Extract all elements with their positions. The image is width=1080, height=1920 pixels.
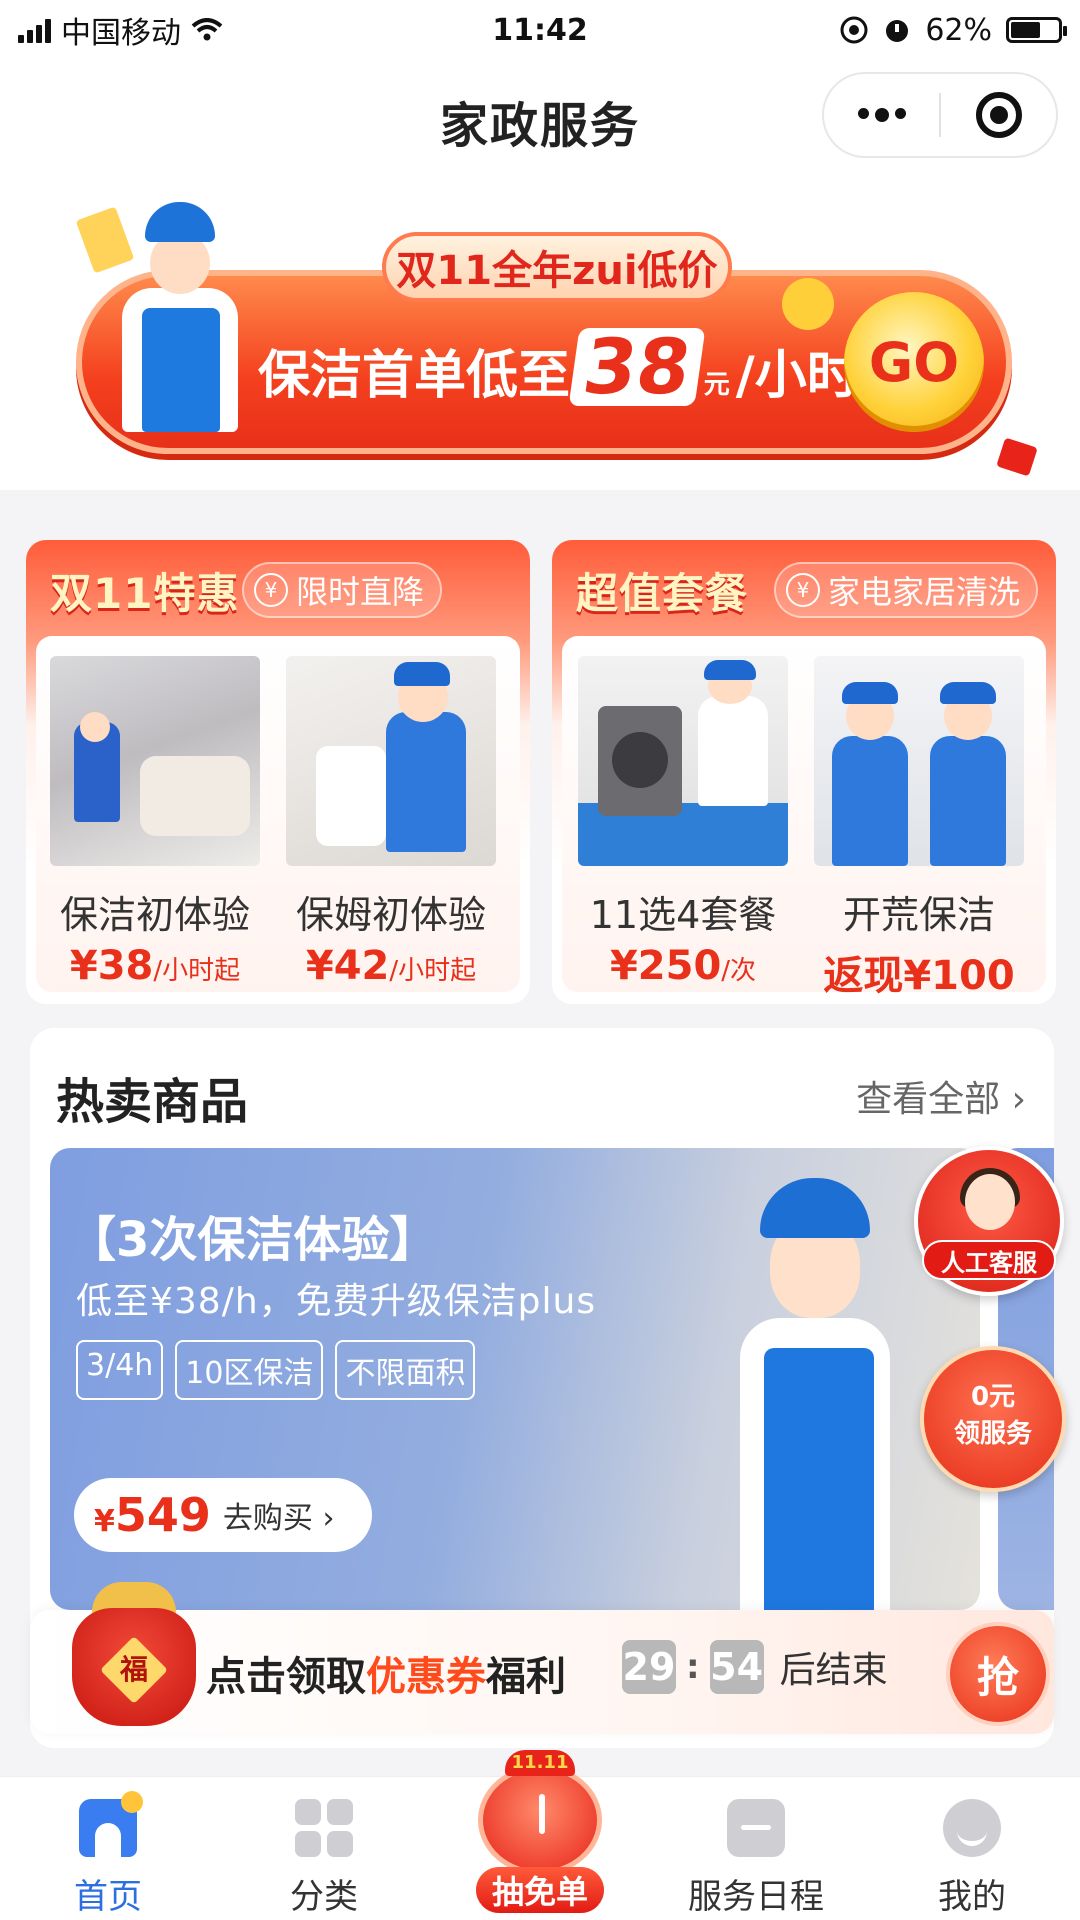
mini-program-capsule: [822, 72, 1058, 158]
tab-home[interactable]: 首页: [0, 1777, 216, 1920]
tab-label: 首页: [74, 1877, 142, 1917]
status-bar: 中国移动 11:42 62%: [0, 0, 1080, 60]
coupon-bar[interactable]: 福 点击领取优惠券福利 29 : 54 后结束 抢: [30, 1582, 1054, 1734]
product-card[interactable]: 【3次保洁体验】 低至¥38/h，免费升级保洁plus 3/4h 10区保洁 不…: [50, 1148, 980, 1610]
product-title: 【3次保洁体验】: [68, 1212, 438, 1268]
product-subtitle: 低至¥38/h，免费升级保洁plus: [76, 1281, 597, 1322]
free-service-button[interactable]: 0元 领服务: [920, 1346, 1066, 1492]
promo-badge-label: 家电家居清洗: [828, 573, 1021, 611]
tab-me[interactable]: 我的: [864, 1777, 1080, 1920]
coupon-text: 点击领取优惠券福利: [206, 1654, 566, 1700]
countdown-end-label: 后结束: [779, 1650, 888, 1691]
washer-cleaning-photo: [578, 656, 788, 866]
promo-items: 保洁初体验 ¥38/小时起 保姆初体验 ¥42/小时起: [36, 636, 520, 992]
hero-headline: 保洁首单低至 38 元 /小时: [258, 322, 859, 411]
hero-tag: 双11全年zui低价: [382, 232, 732, 302]
customer-service-button[interactable]: 人工客服: [914, 1146, 1064, 1296]
cleaner-photo: [740, 1168, 920, 1610]
countdown-colon: :: [686, 1647, 700, 1687]
hero-headline-suffix: /小时: [735, 346, 859, 406]
promo-item[interactable]: 开荒保洁 返现¥100: [814, 656, 1024, 1001]
battery-percent: 62%: [925, 12, 992, 48]
nav-bar: 家政服务: [0, 60, 1080, 172]
signal-icon: [18, 17, 51, 43]
alarm-icon: [886, 20, 909, 42]
lottery-badge: 11.11: [505, 1750, 575, 1776]
free-line2: 领服务: [953, 1419, 1032, 1449]
promo-badge: ¥ 限时直降: [242, 562, 443, 618]
promo-card-value-package[interactable]: 超值套餐 ¥ 家电家居清洗 11选4套餐 ¥250/次 开荒保洁 返现¥100: [552, 540, 1056, 1004]
yen-coin-icon: ¥: [254, 573, 288, 607]
promo-item-name: 开荒保洁: [842, 893, 995, 937]
gold-coin-icon: [782, 278, 834, 330]
view-all-link[interactable]: 查看全部 ›: [856, 1070, 1026, 1122]
cleaner-illustration: [110, 202, 260, 432]
tab-bar: 首页 分类 11.11 抽免单 服务日程 我的: [0, 1750, 1080, 1920]
promo-title: 超值套餐: [576, 569, 749, 618]
promo-badge-label: 限时直降: [296, 573, 425, 611]
tab-label: 服务日程: [688, 1877, 824, 1917]
wifi-icon: [191, 18, 223, 41]
tab-schedule[interactable]: 服务日程: [648, 1777, 864, 1920]
hero-headline-number: 38: [568, 322, 706, 411]
free-line1: 0元: [970, 1382, 1016, 1412]
promo-item-price: 返现¥100: [823, 953, 1015, 999]
promo-item-name: 保姆初体验: [295, 893, 486, 937]
customer-service-label: 人工客服: [922, 1240, 1056, 1280]
promo-card-double11[interactable]: 双11特惠 ¥ 限时直降 保洁初体验 ¥38/小时起 保姆初体验 ¥42/小时起: [26, 540, 530, 1004]
category-icon: [295, 1799, 353, 1857]
tab-label: 抽免单: [476, 1867, 604, 1913]
product-price: ¥549: [94, 1488, 211, 1542]
promo-item-name: 11选4套餐: [589, 893, 777, 937]
target-icon: [975, 92, 1022, 138]
promo-item[interactable]: 保姆初体验 ¥42/小时起: [286, 656, 496, 989]
product-tag: 不限面积: [335, 1340, 476, 1400]
promo-title: 双11特惠: [50, 569, 240, 618]
nanny-photo: [286, 656, 496, 866]
home-icon: [79, 1791, 143, 1857]
countdown-seconds: 54: [709, 1640, 764, 1694]
go-button[interactable]: GO: [844, 292, 984, 432]
tab-lottery[interactable]: 11.11 抽免单: [432, 1750, 648, 1920]
red-packet-icon: [996, 437, 1038, 477]
buy-label: 去购买 ›: [222, 1501, 335, 1536]
promo-item-price: ¥250/次: [609, 943, 757, 989]
lucky-bag-icon: 福: [72, 1582, 196, 1726]
deep-cleaning-photo: [814, 656, 1024, 866]
more-dots-icon[interactable]: [824, 108, 939, 122]
promo-item[interactable]: 11选4套餐 ¥250/次: [578, 656, 788, 989]
cleaning-photo: [50, 656, 260, 866]
product-tags: 3/4h 10区保洁 不限面积: [76, 1340, 476, 1400]
alarm-clock-icon: 11.11: [478, 1750, 602, 1875]
promo-item-price: ¥38/小时起: [69, 943, 241, 989]
eye-icon: [840, 16, 868, 44]
hero-section: 双11全年zui低价 保洁首单低至 38 元 /小时 GO: [0, 172, 1080, 490]
battery-icon: [1006, 17, 1067, 43]
tab-category[interactable]: 分类: [216, 1777, 432, 1920]
close-target-button[interactable]: [941, 92, 1056, 138]
promo-item[interactable]: 保洁初体验 ¥38/小时起: [50, 656, 260, 989]
hero-headline-unit: 元: [703, 370, 730, 400]
hero-headline-prefix: 保洁首单低至: [258, 346, 571, 406]
carrier-label: 中国移动: [61, 16, 181, 51]
grab-coupon-button[interactable]: 抢: [946, 1622, 1050, 1726]
tab-label: 我的: [938, 1877, 1006, 1917]
countdown-timer: 29 : 54 后结束: [622, 1640, 888, 1694]
section-title: 热卖商品: [56, 1074, 249, 1130]
promo-item-name: 保洁初体验: [59, 893, 250, 937]
promo-badge: ¥ 家电家居清洗: [774, 562, 1039, 618]
promo-item-price: ¥42/小时起: [305, 943, 477, 989]
tab-label: 分类: [290, 1877, 358, 1917]
buy-button[interactable]: ¥549 去购买 ›: [74, 1478, 372, 1552]
profile-icon: [943, 1799, 1001, 1857]
product-tag: 3/4h: [76, 1340, 164, 1400]
yen-coin-icon: ¥: [786, 573, 820, 607]
product-tag: 10区保洁: [175, 1340, 324, 1400]
countdown-minutes: 29: [622, 1640, 676, 1694]
promo-items: 11选4套餐 ¥250/次 开荒保洁 返现¥100: [562, 636, 1046, 999]
schedule-icon: [727, 1799, 785, 1857]
